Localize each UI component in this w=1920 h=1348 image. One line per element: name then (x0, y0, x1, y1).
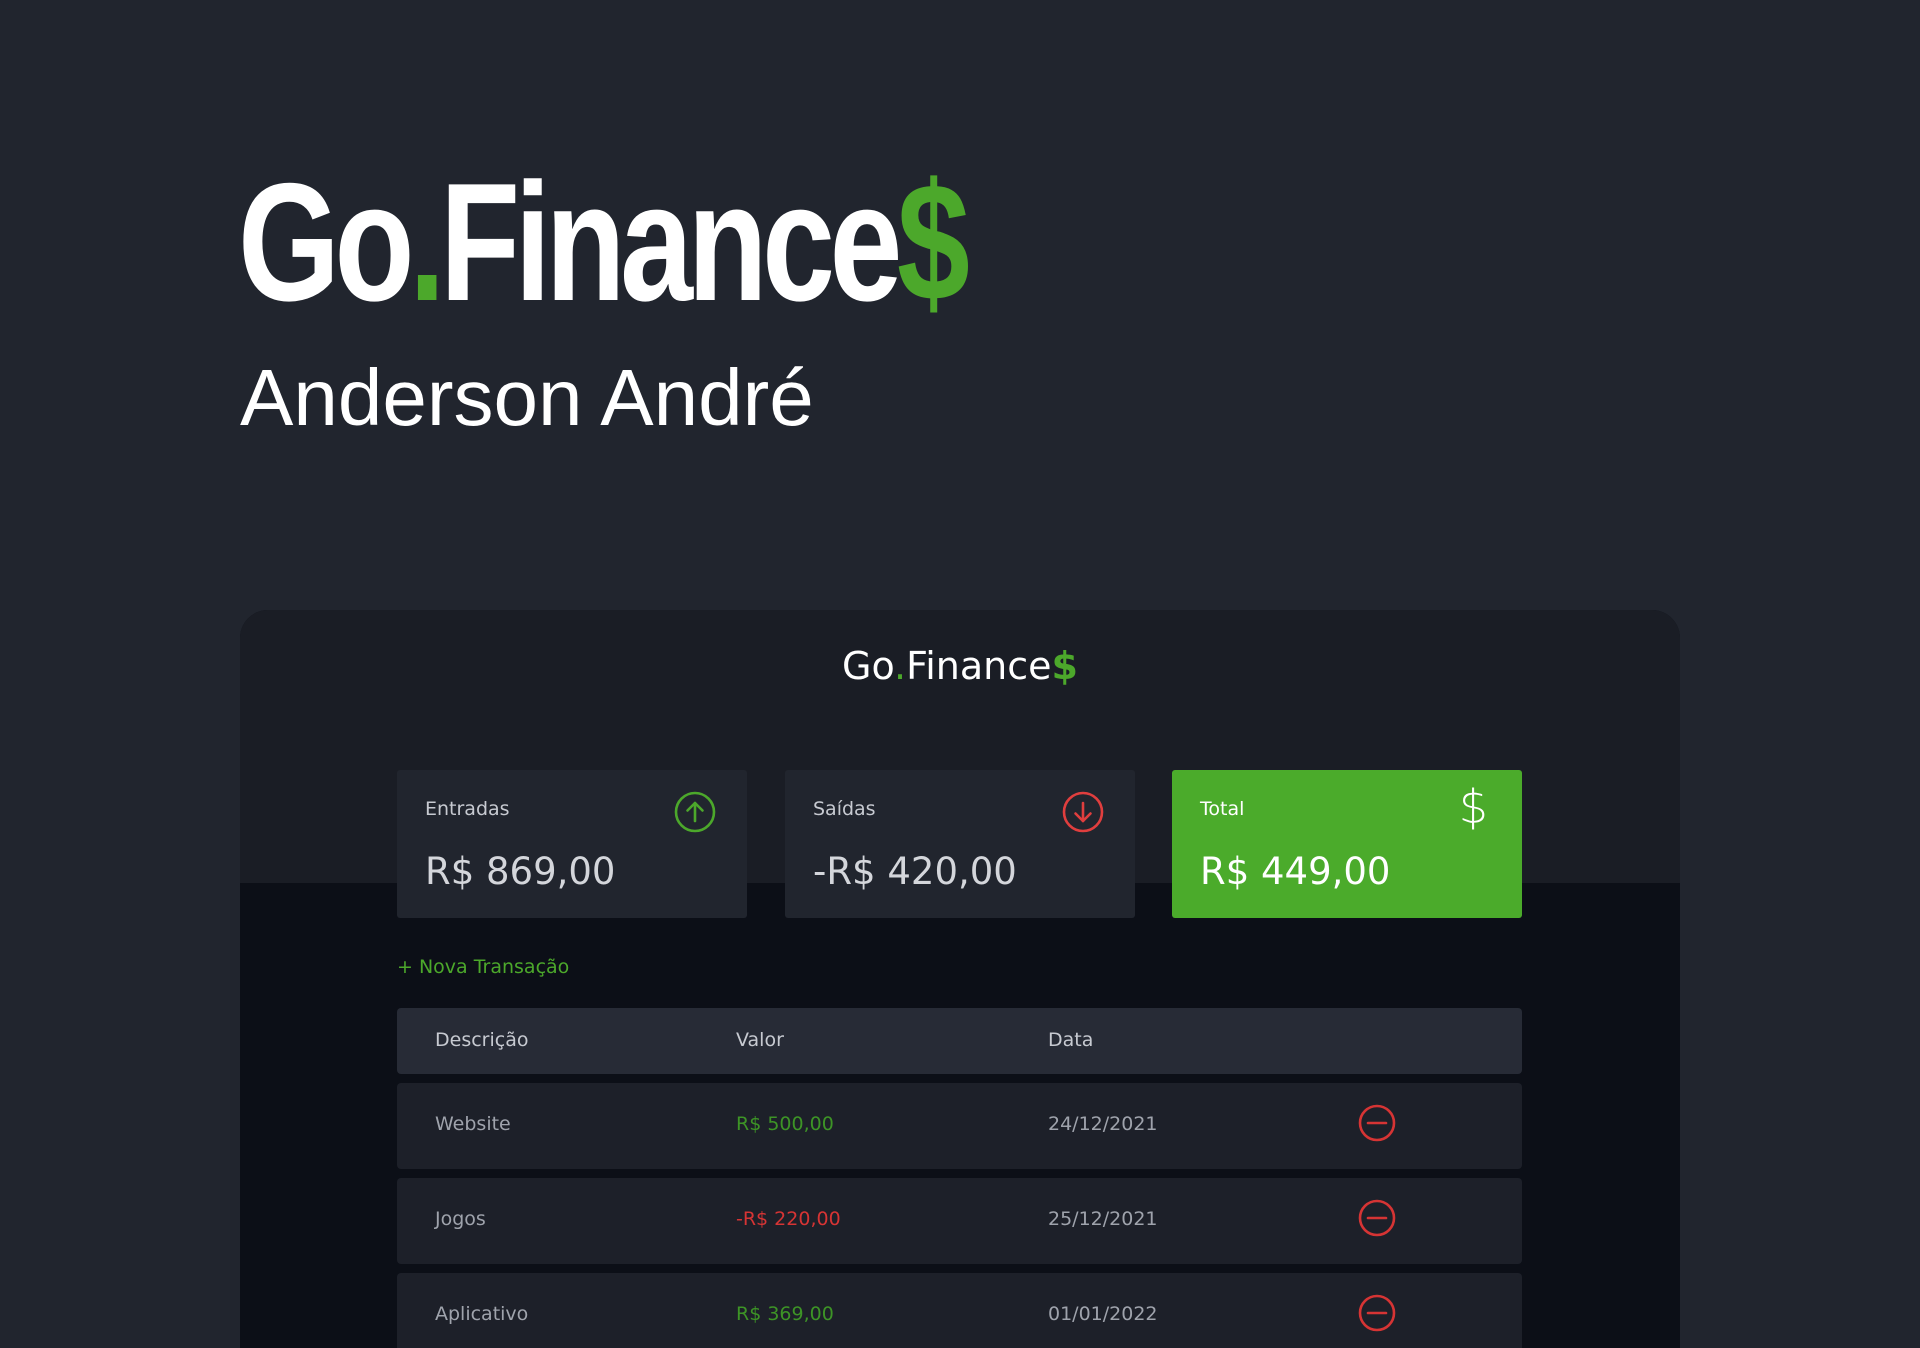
hero-title-go: Go (238, 148, 415, 336)
row-date: 01/01/2022 (1048, 1303, 1158, 1325)
table-header: Descrição Valor Data (397, 1008, 1522, 1074)
row-value: R$ 369,00 (736, 1303, 834, 1325)
row-date: 25/12/2021 (1048, 1208, 1158, 1230)
table-row: Aplicativo R$ 369,00 01/01/2022 (397, 1273, 1522, 1348)
hero-title-dollar: $ (896, 148, 970, 336)
app-logo-finance: Finance (906, 644, 1052, 688)
remove-circle-icon[interactable] (1357, 1103, 1397, 1143)
row-description: Jogos (435, 1208, 486, 1230)
new-transaction-link[interactable]: + Nova Transação (397, 956, 569, 978)
income-card-value: R$ 869,00 (425, 850, 616, 893)
header-description: Descrição (435, 1029, 529, 1051)
income-card-label: Entradas (425, 798, 510, 820)
expense-card-value: -R$ 420,00 (813, 850, 1017, 893)
app-window: Go.Finance$ Entradas R$ 869,00 Saídas -R… (240, 610, 1680, 1348)
hero-title: Go.Finance$ (238, 158, 970, 326)
app-logo-dot: . (894, 644, 907, 688)
expense-card-label: Saídas (813, 798, 876, 820)
app-logo-go: Go (842, 644, 895, 688)
hero-title-dot: . (409, 148, 445, 336)
row-description: Website (435, 1113, 511, 1135)
hero-title-finance: Finance (440, 148, 902, 336)
row-date: 24/12/2021 (1048, 1113, 1158, 1135)
row-value: -R$ 220,00 (736, 1208, 841, 1230)
arrow-down-circle-icon (1062, 791, 1104, 833)
app-logo-dollar: $ (1051, 644, 1078, 688)
hero-author: Anderson André (240, 353, 814, 442)
expense-card: Saídas -R$ 420,00 (785, 770, 1135, 918)
dollar-icon: $ (1458, 780, 1488, 834)
row-value: R$ 500,00 (736, 1113, 834, 1135)
app-logo: Go.Finance$ (240, 644, 1680, 688)
arrow-up-circle-icon (674, 791, 716, 833)
table-row: Website R$ 500,00 24/12/2021 (397, 1083, 1522, 1169)
header-date: Data (1048, 1029, 1094, 1051)
total-card: Total $ R$ 449,00 (1172, 770, 1522, 918)
total-card-label: Total (1200, 798, 1245, 820)
remove-circle-icon[interactable] (1357, 1293, 1397, 1333)
row-description: Aplicativo (435, 1303, 529, 1325)
header-value: Valor (736, 1029, 784, 1051)
remove-circle-icon[interactable] (1357, 1198, 1397, 1238)
table-row: Jogos -R$ 220,00 25/12/2021 (397, 1178, 1522, 1264)
total-card-value: R$ 449,00 (1200, 850, 1391, 893)
income-card: Entradas R$ 869,00 (397, 770, 747, 918)
